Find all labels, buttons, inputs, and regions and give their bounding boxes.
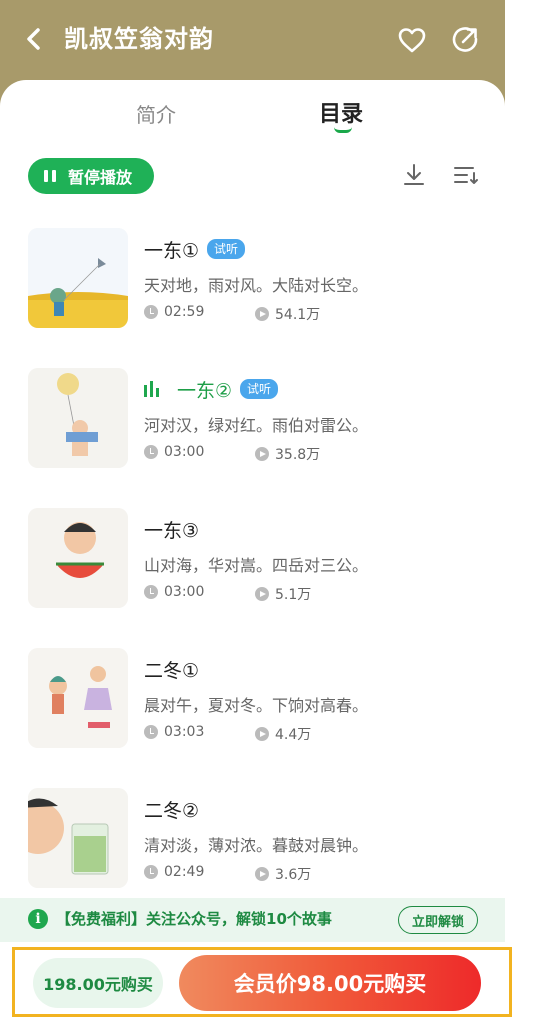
episode-plays: 4.4万: [255, 724, 311, 744]
episode-title-row: 一东① 试听: [144, 234, 246, 264]
list-item[interactable]: 一东① 试听 天对地，雨对风。大陆对长空。 02:59 54.1万: [0, 228, 505, 338]
episode-title-row: 二冬②: [144, 794, 199, 824]
clock-icon: [144, 585, 158, 599]
episode-duration: 03:03: [144, 724, 204, 740]
purchase-bar: 198.00元购买 会员价98.00元购买: [12, 947, 512, 1017]
clock-icon: [144, 305, 158, 319]
sort-icon: [454, 167, 478, 184]
list-item[interactable]: 一东③ 山对海，华对嵩。四岳对三公。 03:00 5.1万: [0, 508, 505, 618]
episode-title: 一东②: [177, 379, 233, 402]
episode-duration: 02:59: [144, 304, 204, 320]
page-title: 凯叔笠翁对韵: [64, 25, 214, 53]
play-count-icon: [255, 587, 269, 601]
trial-badge: 试听: [240, 379, 279, 399]
clock-icon: [144, 445, 158, 459]
unlock-button[interactable]: 立即解锁: [398, 906, 478, 934]
episode-title-row: 一东② 试听: [144, 374, 279, 404]
member-purchase-button[interactable]: 会员价98.00元购买: [179, 955, 481, 1011]
episode-title: 二冬②: [144, 799, 200, 822]
pause-label: 暂停播放: [68, 168, 133, 187]
episode-duration: 03:00: [144, 444, 204, 460]
episode-duration: 03:00: [144, 584, 204, 600]
clock-icon: [144, 725, 158, 739]
episode-duration: 02:49: [144, 864, 204, 880]
favorite-button[interactable]: [394, 22, 430, 58]
heart-icon: [398, 28, 426, 53]
episode-title: 一东①: [144, 239, 200, 262]
episode-plays: 5.1万: [255, 584, 311, 604]
chevron-left-icon: [27, 28, 40, 50]
episode-plays: 35.8万: [255, 444, 320, 464]
trial-badge: 试听: [207, 239, 246, 259]
episode-title: 二冬①: [144, 659, 200, 682]
list-item[interactable]: 二冬① 晨对午，夏对冬。下饷对高春。 03:03 4.4万: [0, 648, 505, 758]
episode-plays: 3.6万: [255, 864, 311, 884]
episode-title: 一东③: [144, 519, 200, 542]
episode-thumbnail: [28, 508, 128, 608]
download-button[interactable]: [399, 160, 429, 190]
tab-intro[interactable]: 简介: [136, 100, 176, 130]
back-button[interactable]: [18, 22, 48, 56]
info-icon: i: [28, 909, 48, 929]
list-item[interactable]: 二冬② 清对淡，薄对浓。暮鼓对晨钟。 02:49 3.6万: [0, 788, 505, 898]
pause-button[interactable]: 暂停播放: [28, 158, 154, 194]
episode-description: 清对淡，薄对浓。暮鼓对晨钟。: [144, 836, 369, 855]
episode-plays: 54.1万: [255, 304, 320, 324]
promo-text: 【免费福利】关注公众号，解锁10个故事: [56, 910, 332, 928]
play-count-icon: [255, 727, 269, 741]
episode-description: 天对地，雨对风。大陆对长空。: [144, 276, 369, 295]
episode-thumbnail: [28, 228, 128, 328]
share-button[interactable]: [447, 22, 483, 58]
download-icon: [404, 164, 424, 185]
episode-title-row: 二冬①: [144, 654, 199, 684]
now-playing-icon: [144, 381, 159, 397]
sort-button[interactable]: [451, 160, 481, 190]
play-count-icon: [255, 447, 269, 461]
episode-thumbnail: [28, 368, 128, 468]
episode-thumbnail: [28, 648, 128, 748]
episode-description: 晨对午，夏对冬。下饷对高春。: [144, 696, 369, 715]
tab-catalog[interactable]: 目录: [319, 100, 363, 130]
play-count-icon: [255, 867, 269, 881]
episode-description: 河对汉，绿对红。雨伯对雷公。: [144, 416, 369, 435]
play-count-icon: [255, 307, 269, 321]
share-icon: [452, 27, 478, 52]
list-item[interactable]: 一东② 试听 河对汉，绿对红。雨伯对雷公。 03:00 35.8万: [0, 368, 505, 478]
episode-thumbnail: [28, 788, 128, 888]
episode-description: 山对海，华对嵩。四岳对三公。: [144, 556, 369, 575]
episode-title-row: 一东③: [144, 514, 199, 544]
regular-purchase-button[interactable]: 198.00元购买: [33, 958, 163, 1008]
clock-icon: [144, 865, 158, 879]
pause-icon: [44, 170, 56, 182]
